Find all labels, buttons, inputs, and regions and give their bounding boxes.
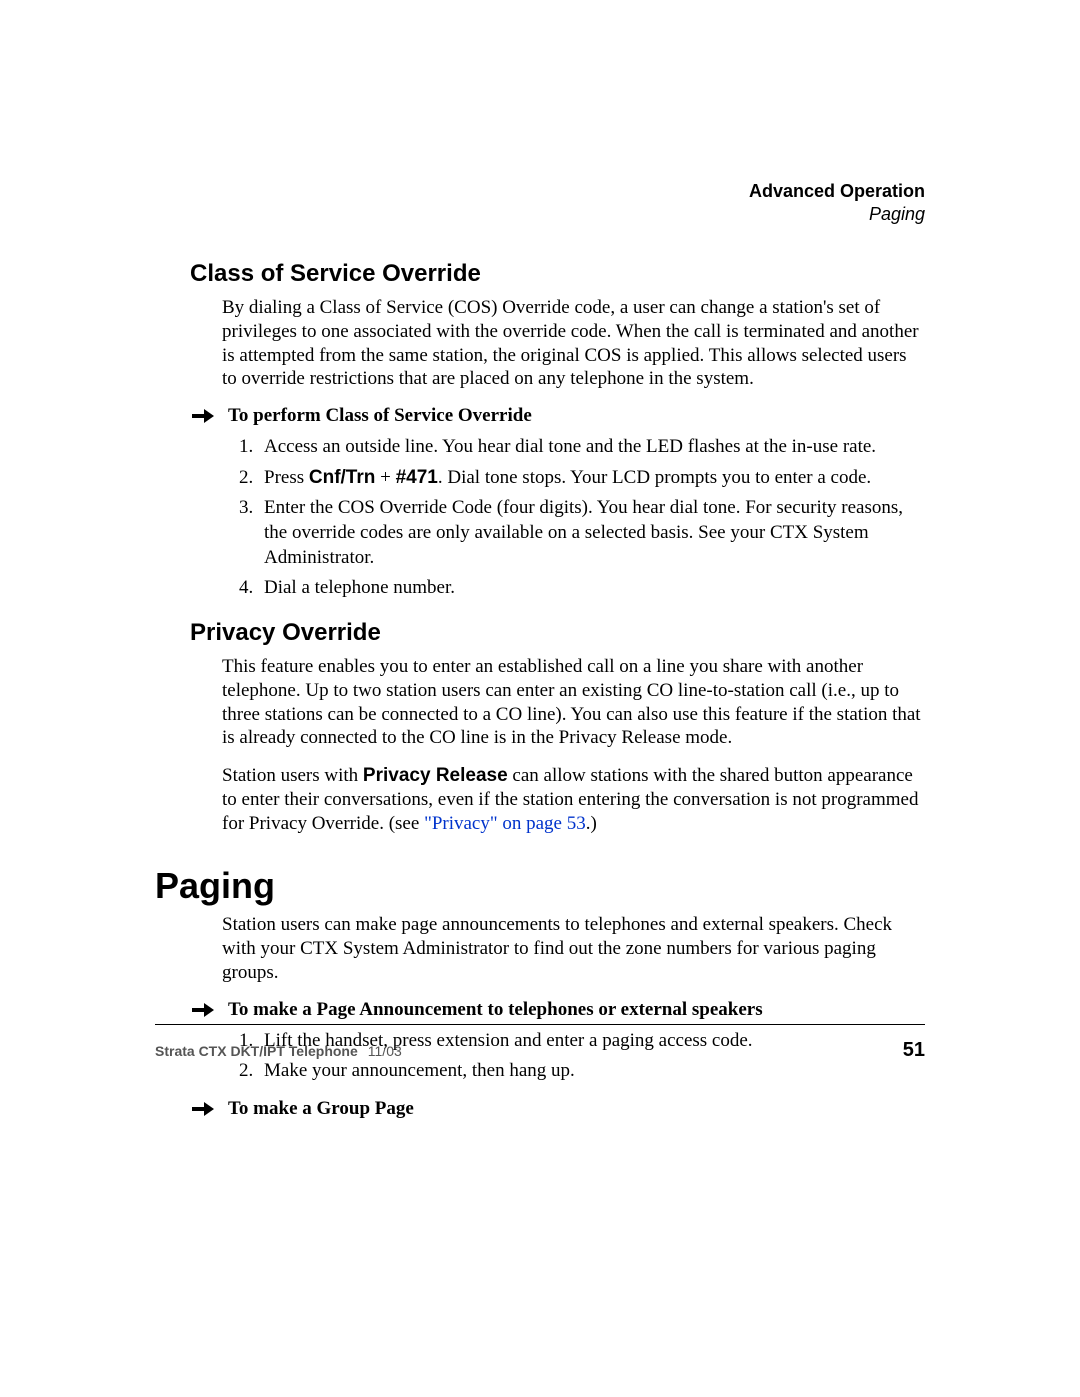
heading-privacy-override: Privacy Override <box>190 619 925 647</box>
heading-cos-override: Class of Service Override <box>190 260 925 288</box>
procedure-heading-group-page: To make a Group Page <box>190 1098 925 1120</box>
footer-doc-info: Strata CTX DKT/IPT Telephone11/03 <box>155 1043 402 1059</box>
cos-steps: Access an outside line. You hear dial to… <box>230 435 925 601</box>
page-number: 51 <box>903 1039 925 1062</box>
content: Class of Service Override By dialing a C… <box>155 260 925 1120</box>
procedure-title: To make a Page Announcement to telephone… <box>228 999 763 1021</box>
header-section: Paging <box>749 203 925 226</box>
list-item: Access an outside line. You hear dial to… <box>258 435 925 460</box>
button-label-cnftrn: Cnf/Trn <box>309 467 376 488</box>
privacy-p1: This feature enables you to enter an est… <box>222 655 925 750</box>
arrow-icon <box>192 1003 214 1017</box>
page: Advanced Operation Paging Class of Servi… <box>0 0 1080 1397</box>
list-item: Press Cnf/Trn + #471. Dial tone stops. Y… <box>258 466 925 491</box>
privacy-p2: Station users with Privacy Release can a… <box>222 764 925 835</box>
list-item: Enter the COS Override Code (four digits… <box>258 496 925 570</box>
list-item: Dial a telephone number. <box>258 576 925 601</box>
running-header: Advanced Operation Paging <box>749 180 925 227</box>
procedure-heading-cos: To perform Class of Service Override <box>190 405 925 427</box>
heading-paging: Paging <box>155 865 925 907</box>
page-footer: Strata CTX DKT/IPT Telephone11/03 51 <box>155 1024 925 1062</box>
arrow-icon <box>192 409 214 423</box>
procedure-heading-page-announcement: To make a Page Announcement to telephone… <box>190 999 925 1021</box>
paging-intro: Station users can make page announcement… <box>222 913 925 984</box>
procedure-title: To make a Group Page <box>228 1098 414 1120</box>
button-label-privacy-release: Privacy Release <box>363 765 508 786</box>
arrow-icon <box>192 1102 214 1116</box>
list-item: Make your announcement, then hang up. <box>258 1059 925 1084</box>
dial-code: #471 <box>396 467 438 488</box>
cos-intro: By dialing a Class of Service (COS) Over… <box>222 296 925 391</box>
header-chapter: Advanced Operation <box>749 180 925 203</box>
procedure-title: To perform Class of Service Override <box>228 405 532 427</box>
link-privacy-page53[interactable]: "Privacy" on page 53 <box>424 813 586 834</box>
